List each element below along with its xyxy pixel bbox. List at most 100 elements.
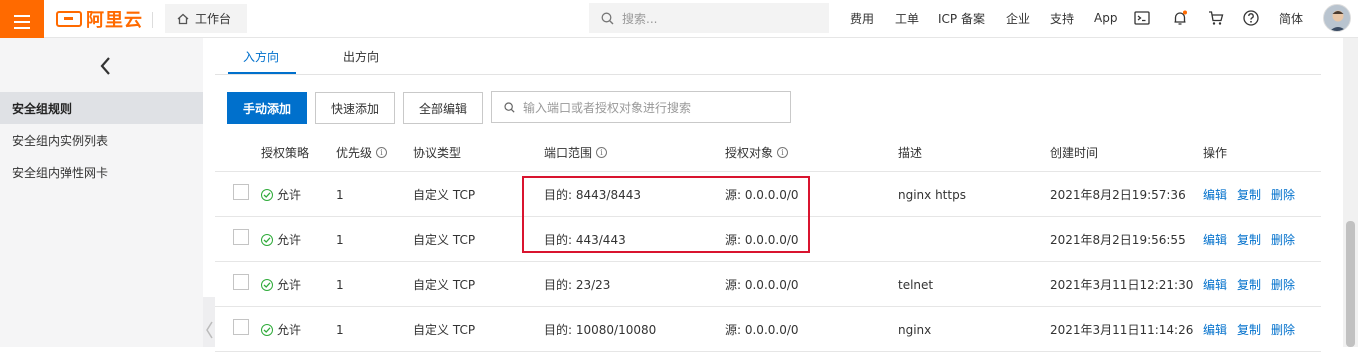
nav-billing[interactable]: 费用 [850,0,874,36]
check-circle-icon [261,323,273,336]
sidebar-collapse-handle[interactable] [203,297,215,347]
port-cell: 目的: 10080/10080 [544,323,657,337]
check-circle-icon [261,188,273,201]
col-protocol: 协议类型 [413,132,461,172]
table-row: 允许 1 自定义 TCP 目的: 10080/10080 源: 0.0.0.0/… [215,307,1321,352]
sidebar-item-label: 安全组内弹性网卡 [12,165,109,180]
nav-icp[interactable]: ICP 备案 [938,0,985,36]
language-switch[interactable]: 简体 [1279,0,1303,36]
protocol-cell: 自定义 TCP [413,278,476,292]
hamburger-menu-button[interactable] [0,0,44,43]
priority-cell: 1 [336,187,344,202]
aliyun-logo[interactable]: 阿里云 [56,9,143,31]
tab-inbound[interactable]: 入方向 [243,38,279,74]
policy-cell: 允许 [261,307,301,352]
terminal-icon[interactable] [1133,9,1151,27]
copy-link[interactable]: 复制 [1237,276,1261,293]
sidebar-item-instance-list[interactable]: 安全组内实例列表 [0,124,203,156]
description-cell: nginx https [898,187,966,202]
policy-text: 允许 [277,278,302,292]
rule-search-input[interactable]: 输入端口或者授权对象进行搜索 [491,91,791,123]
col-label: 授权对象 [725,145,774,160]
nav-support[interactable]: 支持 [1050,0,1074,36]
global-search-input[interactable]: 搜索... [589,3,829,33]
policy-text: 允许 [277,233,302,247]
nav-tickets[interactable]: 工单 [895,0,919,36]
workbench-button[interactable]: 工作台 [165,4,247,33]
quick-add-button[interactable]: 快速添加 [315,92,395,124]
search-icon [504,101,515,113]
col-label: 端口范围 [544,145,593,160]
created-cell: 2021年3月11日12:21:30 [1050,278,1194,292]
col-priority: 优先级 i [336,132,388,172]
nav-enterprise[interactable]: 企业 [1006,0,1030,36]
edit-link[interactable]: 编辑 [1203,276,1227,293]
source-cell: 源: 0.0.0.0/0 [725,278,799,292]
home-icon [177,13,189,24]
sidebar-item-security-group-rules[interactable]: 安全组规则 [0,92,203,124]
description-cell: telnet [898,277,934,292]
top-bar: 阿里云 工作台 搜索... 费用 工单 ICP 备案 企业 支持 App 简体 [0,0,1358,43]
description-cell: nginx [898,322,932,337]
col-label: 协议类型 [413,145,462,160]
row-checkbox[interactable] [233,184,249,200]
port-cell: 目的: 23/23 [544,278,611,292]
edit-all-button[interactable]: 全部编辑 [403,92,483,124]
col-label: 描述 [898,145,923,160]
copy-link[interactable]: 复制 [1237,186,1261,203]
tab-divider [215,74,1321,75]
delete-link[interactable]: 删除 [1271,321,1295,338]
sidebar-item-label: 安全组内实例列表 [12,133,109,148]
workbench-label: 工作台 [195,12,232,26]
row-checkbox[interactable] [233,229,249,245]
avatar-image [1324,5,1350,31]
created-cell: 2021年8月2日19:57:36 [1050,188,1186,202]
table-header: 授权策略 优先级 i 协议类型 端口范围 i 授权对象 i 描述 创建时间 操作 [215,132,1321,172]
delete-link[interactable]: 删除 [1271,231,1295,248]
col-created: 创建时间 [1050,132,1098,172]
delete-link[interactable]: 删除 [1271,186,1295,203]
policy-cell: 允许 [261,172,301,217]
chevron-left-icon[interactable] [96,54,116,78]
logo-text: 阿里云 [86,10,143,31]
user-avatar[interactable] [1323,4,1351,32]
priority-cell: 1 [336,232,344,247]
annotation-highlight-box [522,176,810,253]
row-checkbox[interactable] [233,274,249,290]
cart-icon[interactable] [1207,9,1225,27]
bell-icon[interactable] [1171,9,1189,27]
actions-cell: 编辑 复制 删除 [1203,217,1295,262]
search-icon [601,12,614,24]
row-checkbox[interactable] [233,319,249,335]
priority-cell: 1 [336,277,344,292]
col-label: 授权策略 [261,145,310,160]
tab-outbound[interactable]: 出方向 [343,38,379,74]
manual-add-button[interactable]: 手动添加 [227,92,307,124]
sidebar-item-eni-list[interactable]: 安全组内弹性网卡 [0,156,203,188]
edit-link[interactable]: 编辑 [1203,231,1227,248]
created-cell: 2021年8月2日19:56:55 [1050,233,1186,247]
scrollbar-thumb[interactable] [1346,221,1355,347]
nav-app[interactable]: App [1094,0,1117,36]
col-actions: 操作 [1203,132,1227,172]
priority-cell: 1 [336,322,344,337]
info-icon[interactable]: i [376,146,388,158]
edit-link[interactable]: 编辑 [1203,186,1227,203]
help-icon[interactable] [1242,9,1260,27]
col-label: 操作 [1203,145,1228,160]
actions-cell: 编辑 复制 删除 [1203,262,1295,307]
col-description: 描述 [898,132,922,172]
check-circle-icon [261,278,273,291]
copy-link[interactable]: 复制 [1237,231,1261,248]
delete-link[interactable]: 删除 [1271,276,1295,293]
edit-link[interactable]: 编辑 [1203,321,1227,338]
col-source: 授权对象 i [725,132,789,172]
info-icon[interactable]: i [777,146,789,158]
actions-cell: 编辑 复制 删除 [1203,307,1295,352]
sidebar-item-label: 安全组规则 [12,101,73,116]
main-content: 入方向 出方向 手动添加 快速添加 全部编辑 输入端口或者授权对象进行搜索 授权… [215,38,1343,352]
search-placeholder: 输入端口或者授权对象进行搜索 [523,100,692,115]
protocol-cell: 自定义 TCP [413,188,476,202]
info-icon[interactable]: i [596,146,608,158]
copy-link[interactable]: 复制 [1237,321,1261,338]
